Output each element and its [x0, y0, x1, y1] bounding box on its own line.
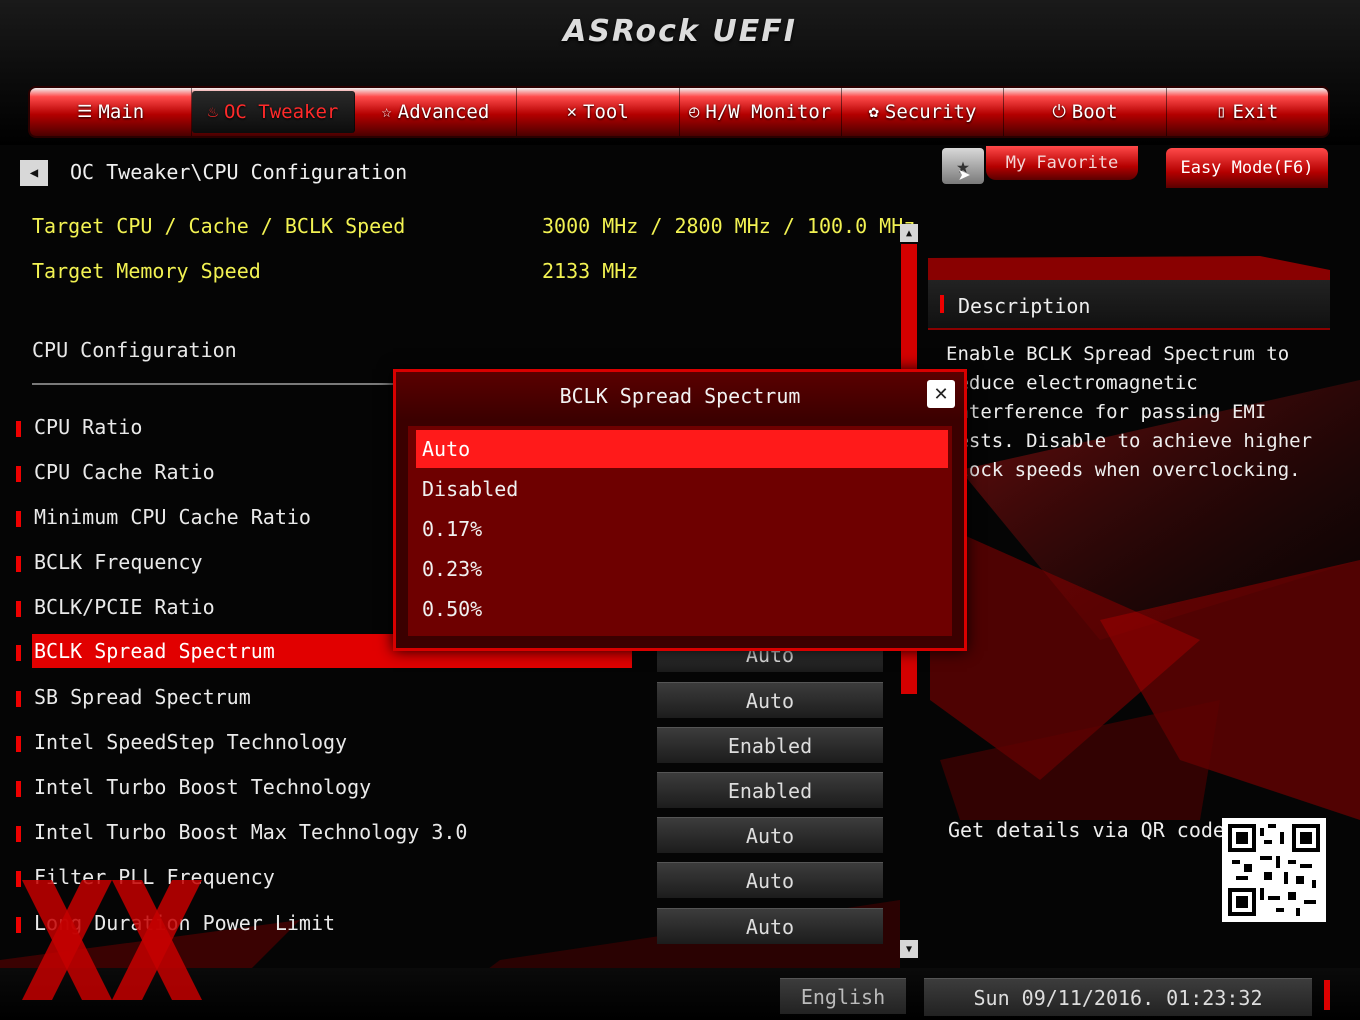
- list-icon: ☰: [77, 102, 93, 122]
- tab-oc-tweaker[interactable]: ♨ OC Tweaker: [192, 91, 355, 133]
- tab-label: Exit: [1232, 101, 1279, 123]
- back-button[interactable]: ◀: [20, 160, 48, 186]
- main-tab-bar: ☰ Main ♨ OC Tweaker ☆ Advanced ✕ Tool ◴ …: [30, 88, 1328, 136]
- popup-option-0-50[interactable]: 0.50%: [416, 590, 948, 628]
- setting-label: BCLK Frequency: [34, 550, 203, 574]
- power-icon: ⏻: [1052, 102, 1066, 122]
- target-memory-value: 2133 MHz: [542, 259, 639, 283]
- target-cpu-label: Target CPU / Cache / BCLK Speed: [32, 214, 406, 238]
- setting-value[interactable]: Enabled: [657, 772, 883, 808]
- setting-intel-speedstep[interactable]: Intel SpeedStep Technology Enabled: [14, 725, 894, 763]
- tab-label: Tool: [583, 101, 629, 123]
- tab-advanced[interactable]: ☆ Advanced: [355, 88, 518, 136]
- bullet: [16, 826, 21, 842]
- popup-option-disabled[interactable]: Disabled: [416, 470, 948, 508]
- target-memory-label: Target Memory Speed: [32, 259, 261, 283]
- header-accent: [940, 295, 944, 313]
- star-icon: ☆: [381, 102, 392, 122]
- bullet: [16, 466, 21, 482]
- header: ASRock UEFI ☰ Main ♨ OC Tweaker ☆ Advanc…: [0, 0, 1360, 145]
- bclk-spread-spectrum-popup: BCLK Spread Spectrum ✕ Auto Disabled 0.1…: [393, 369, 967, 651]
- arrow-left-icon: ◀: [29, 165, 39, 181]
- setting-value[interactable]: Auto: [657, 908, 883, 944]
- breadcrumb: OC Tweaker\CPU Configuration: [70, 160, 408, 184]
- tab-label: Main: [98, 101, 145, 123]
- flame-icon: ♨: [207, 102, 218, 122]
- easy-mode-button[interactable]: Easy Mode(F6): [1166, 148, 1328, 188]
- description-text: Enable BCLK Spread Spectrum to reduce el…: [946, 343, 1313, 481]
- tools-icon: ✕: [566, 102, 578, 122]
- bullet: [16, 917, 21, 933]
- bullet: [16, 645, 21, 661]
- bullet: [16, 511, 21, 527]
- bullet: [16, 556, 21, 572]
- scroll-up-arrow-icon[interactable]: ▲: [900, 224, 918, 242]
- tab-tool[interactable]: ✕ Tool: [517, 88, 680, 136]
- tab-boot[interactable]: ⏻ Boot: [1004, 88, 1167, 136]
- tab-label: Security: [884, 101, 977, 123]
- scroll-down-arrow-icon[interactable]: ▼: [900, 940, 918, 958]
- my-favorite-button[interactable]: My Favorite: [986, 146, 1138, 180]
- footer-accent: [1324, 980, 1330, 1010]
- tab-label: Advanced: [397, 101, 490, 123]
- monitor-icon: ◴: [689, 102, 700, 122]
- setting-sb-spread-spectrum[interactable]: SB Spread Spectrum Auto: [14, 680, 894, 718]
- bullet: [16, 781, 21, 797]
- setting-label: Intel Turbo Boost Technology: [34, 775, 372, 799]
- popup-option-auto[interactable]: Auto: [416, 430, 948, 468]
- setting-label: BCLK Spread Spectrum: [34, 639, 275, 663]
- bullet: [16, 871, 21, 887]
- description-title: Description: [958, 294, 1091, 318]
- setting-label: BCLK/PCIE Ratio: [34, 595, 215, 619]
- tab-main[interactable]: ☰ Main: [30, 88, 193, 136]
- setting-label: SB Spread Spectrum: [34, 685, 251, 709]
- qr-code-icon: [1228, 824, 1320, 916]
- shield-icon: ✿: [868, 102, 879, 122]
- setting-intel-turbo-boost[interactable]: Intel Turbo Boost Technology Enabled: [14, 770, 894, 808]
- close-icon[interactable]: ✕: [927, 380, 955, 408]
- setting-label: Minimum CPU Cache Ratio: [34, 505, 311, 529]
- setting-value[interactable]: Auto: [657, 682, 883, 718]
- qr-label: Get details via QR code: [948, 818, 1225, 842]
- mouse-cursor-icon: ➤: [958, 164, 972, 189]
- popup-option-0-23[interactable]: 0.23%: [416, 550, 948, 588]
- bullet: [16, 736, 21, 752]
- bullet: [16, 601, 21, 617]
- tab-label: Boot: [1071, 101, 1118, 123]
- bullet: [16, 691, 21, 707]
- setting-value[interactable]: Enabled: [657, 727, 883, 763]
- setting-value[interactable]: Auto: [657, 862, 883, 898]
- tab-exit[interactable]: ▯ Exit: [1167, 88, 1328, 136]
- tab-hw-monitor[interactable]: ◴ H/W Monitor: [680, 88, 842, 136]
- language-button[interactable]: English: [780, 978, 906, 1014]
- setting-label: Intel SpeedStep Technology: [34, 730, 348, 754]
- setting-value[interactable]: Auto: [657, 817, 883, 853]
- date-time-display: Sun 09/11/2016. 01:23:32: [924, 978, 1312, 1016]
- tab-security[interactable]: ✿ Security: [842, 88, 1005, 136]
- popup-option-0-17[interactable]: 0.17%: [416, 510, 948, 548]
- popup-title: BCLK Spread Spectrum: [396, 372, 964, 420]
- setting-label: Intel Turbo Boost Max Technology 3.0: [34, 820, 468, 844]
- asrock-logo: ASRock UEFI: [563, 14, 797, 49]
- target-cpu-value: 3000 MHz / 2800 MHz / 100.0 MHz: [542, 214, 916, 238]
- bullet: [16, 421, 21, 437]
- tab-label: H/W Monitor: [705, 101, 832, 123]
- watermark-logo-icon: [22, 880, 202, 1000]
- tab-label: OC Tweaker: [223, 101, 339, 123]
- description-header: Description: [928, 280, 1330, 330]
- setting-label: CPU Ratio: [34, 415, 143, 439]
- popup-option-list: Auto Disabled 0.17% 0.23% 0.50%: [408, 426, 952, 636]
- qr-code: [1222, 818, 1326, 922]
- exit-icon: ▯: [1216, 102, 1227, 122]
- setting-label: CPU Cache Ratio: [34, 460, 215, 484]
- section-title: CPU Configuration: [32, 338, 237, 362]
- setting-intel-turbo-boost-max-3[interactable]: Intel Turbo Boost Max Technology 3.0 Aut…: [14, 815, 894, 853]
